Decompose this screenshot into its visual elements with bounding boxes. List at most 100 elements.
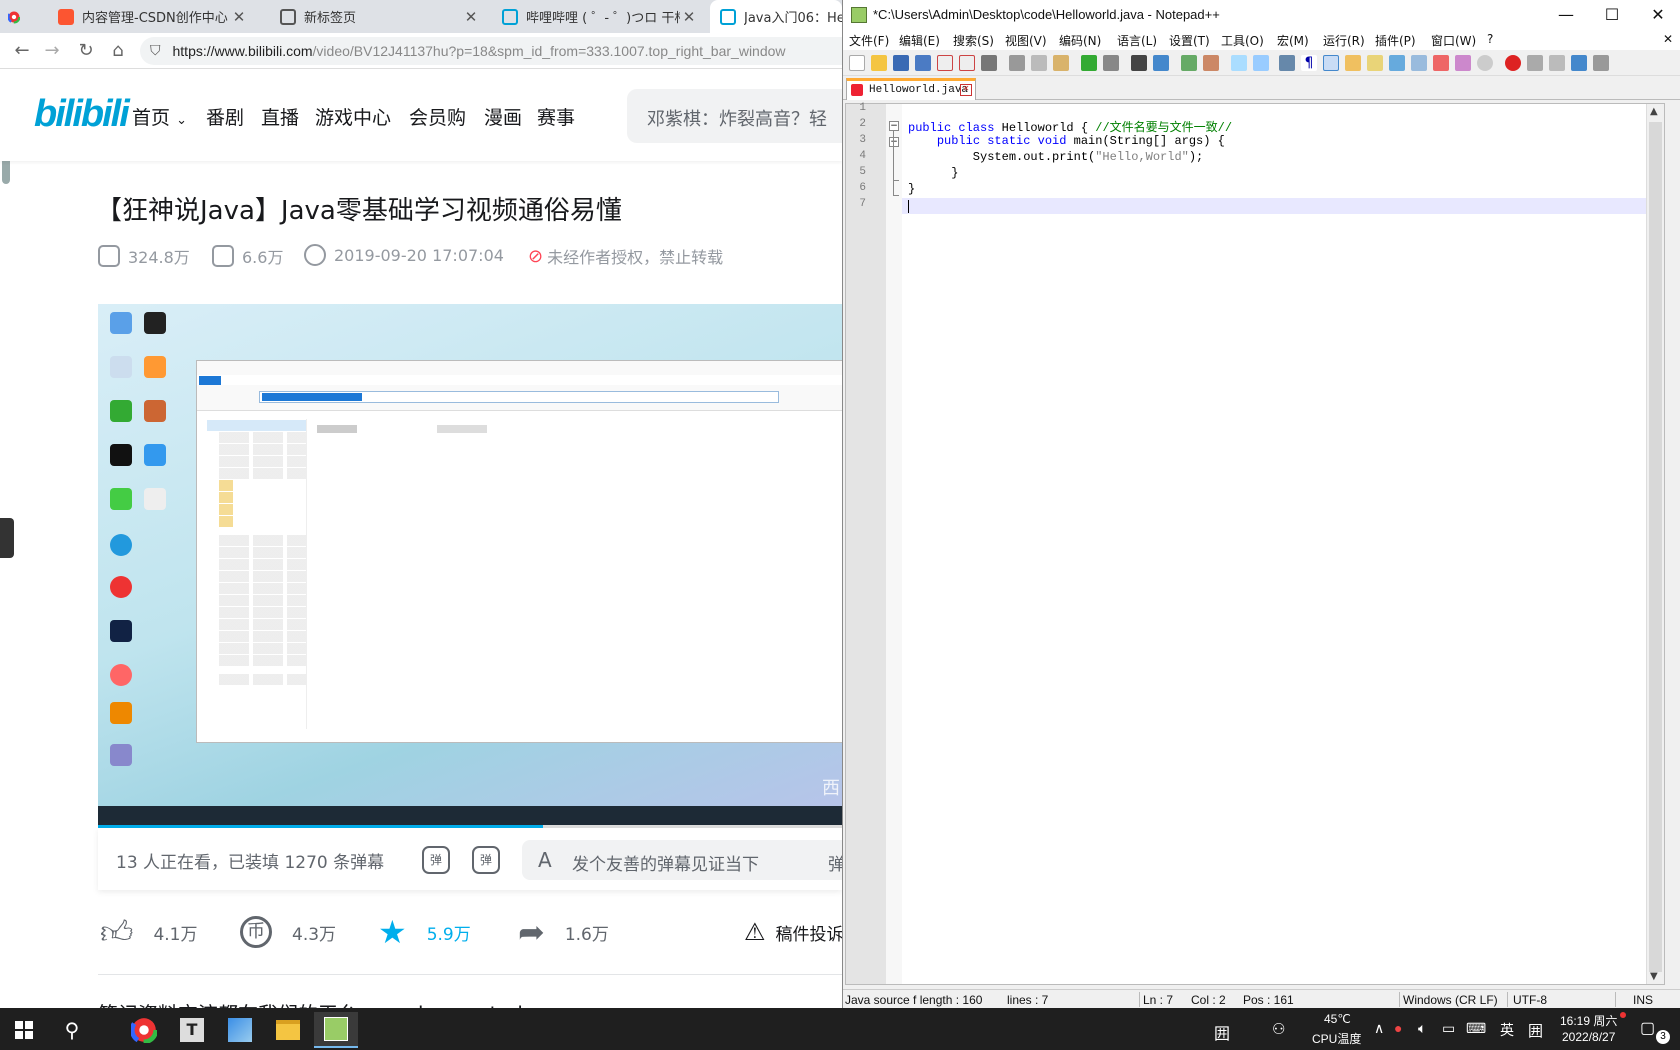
close-icon[interactable]: ✕ — [680, 8, 698, 26]
close-document-icon[interactable]: ✕ — [1663, 32, 1673, 46]
clock-time[interactable]: 16:19 周六 — [1560, 1012, 1617, 1029]
taskbar-browser[interactable] — [122, 1012, 166, 1048]
nav-live[interactable]: 直播 — [261, 103, 299, 130]
close-all-icon[interactable] — [959, 55, 975, 71]
vertical-scrollbar[interactable]: ▲ ▼ — [1646, 104, 1664, 984]
save-macro-icon[interactable] — [1593, 55, 1609, 71]
code-editor[interactable]: 1 2 3 4 5 6 7 − − public class Helloworl… — [845, 102, 1665, 985]
run-macro-multi-icon[interactable] — [1571, 55, 1587, 71]
close-icon[interactable]: ✕ — [462, 8, 480, 26]
nav-manga[interactable]: 漫画 — [484, 103, 522, 130]
tab-java-video[interactable]: Java入门06：Hell — [710, 0, 842, 33]
menu-view[interactable]: 视图(V) — [1005, 32, 1047, 49]
record-macro-icon[interactable] — [1505, 55, 1521, 71]
stop-macro-icon[interactable] — [1527, 55, 1543, 71]
nav-game-center[interactable]: 游戏中心 — [315, 103, 391, 130]
menu-language[interactable]: 语言(L) — [1117, 32, 1157, 49]
paste-icon[interactable] — [1053, 55, 1069, 71]
new-file-icon[interactable] — [849, 55, 865, 71]
menu-file[interactable]: 文件(F) — [849, 32, 889, 49]
keyboard-layout-icon[interactable]: 囲 — [1214, 1020, 1230, 1044]
video-player[interactable]: 西 — [98, 304, 842, 828]
menu-macro[interactable]: 宏(M) — [1277, 32, 1309, 49]
redo-icon[interactable] — [1103, 55, 1119, 71]
share-button[interactable]: ➦ 1.6万 — [518, 916, 609, 948]
close-file-icon[interactable] — [937, 55, 953, 71]
scrollbar-thumb[interactable] — [1649, 122, 1662, 972]
print-icon[interactable] — [981, 55, 997, 71]
word-wrap-icon[interactable] — [1279, 55, 1295, 71]
sync-scroll-v-icon[interactable] — [1231, 55, 1247, 71]
danmaku-input[interactable]: A 发个友善的弹幕见证当下 弹 — [522, 840, 842, 880]
doc-list-icon[interactable] — [1455, 55, 1471, 71]
indent-guide-icon[interactable] — [1323, 55, 1339, 71]
home-icon[interactable]: ⌂ — [106, 39, 130, 63]
coin-button[interactable]: 币 4.3万 — [240, 916, 336, 948]
tab-bilibili-home[interactable]: 哔哩哔哩 ( ゜- ゜)つロ 干杯~- ✕ — [492, 0, 706, 33]
maximize-button[interactable]: ☐ — [1589, 0, 1635, 30]
fold-toggle-icon[interactable]: − — [889, 137, 899, 147]
back-icon[interactable]: ← — [10, 39, 34, 63]
ime-mode-icon[interactable]: 囲 — [1528, 1020, 1543, 1041]
browser-logo-icon[interactable] — [8, 0, 20, 33]
send-danmaku-button[interactable]: 弹 — [828, 850, 842, 875]
volume-icon[interactable]: 🔈︎ — [1418, 1020, 1426, 1037]
tray-app-icon[interactable]: ● — [1394, 1020, 1402, 1036]
close-tab-icon[interactable]: ✕ — [960, 84, 972, 96]
text-style-icon[interactable]: A — [538, 848, 552, 872]
folder-workspace-icon[interactable] — [1411, 55, 1427, 71]
nav-anime[interactable]: 番剧 — [206, 103, 244, 130]
eye-icon[interactable] — [1477, 55, 1493, 71]
search-input[interactable]: 邓紫棋：炸裂高音？轻 — [627, 89, 842, 143]
sync-scroll-h-icon[interactable] — [1253, 55, 1269, 71]
nav-home[interactable]: 首页 ⌄ — [132, 103, 187, 130]
close-button[interactable]: ✕ — [1635, 0, 1680, 30]
network-icon[interactable]: ▭ — [1442, 1020, 1455, 1037]
forward-icon[interactable]: → — [40, 39, 64, 63]
play-macro-icon[interactable] — [1549, 55, 1565, 71]
chevron-up-icon[interactable]: ∧ — [1374, 1020, 1384, 1037]
fold-toggle-icon[interactable]: − — [889, 121, 899, 131]
save-icon[interactable] — [893, 55, 909, 71]
doc-map-icon[interactable] — [1367, 55, 1383, 71]
taskbar-app[interactable] — [218, 1012, 262, 1048]
search-icon[interactable]: ⚲ — [50, 1012, 94, 1048]
keyboard-icon[interactable]: ⌨ — [1466, 1020, 1486, 1037]
danmaku-toggle-icon[interactable]: 弹 — [422, 846, 450, 874]
undo-icon[interactable] — [1081, 55, 1097, 71]
reload-icon[interactable]: ↻ — [74, 39, 98, 63]
start-button[interactable] — [2, 1012, 46, 1048]
taskbar-notepadpp[interactable] — [314, 1012, 358, 1048]
udl-icon[interactable] — [1345, 55, 1361, 71]
menu-plugins[interactable]: 插件(P) — [1375, 32, 1416, 49]
save-all-icon[interactable] — [915, 55, 931, 71]
side-panel-toggle[interactable] — [0, 518, 14, 558]
find-icon[interactable] — [1131, 55, 1147, 71]
nav-vip-shop[interactable]: 会员购 — [409, 103, 466, 130]
menu-encoding[interactable]: 编码(N) — [1059, 32, 1101, 49]
monitor-icon[interactable] — [1433, 55, 1449, 71]
copy-icon[interactable] — [1031, 55, 1047, 71]
minimize-button[interactable]: — — [1543, 0, 1589, 30]
cut-icon[interactable] — [1009, 55, 1025, 71]
replace-icon[interactable] — [1153, 55, 1169, 71]
menu-search[interactable]: 搜索(S) — [953, 32, 994, 49]
menu-edit[interactable]: 编辑(E) — [899, 32, 940, 49]
show-all-chars-icon[interactable]: ¶ — [1301, 55, 1317, 71]
zoom-in-icon[interactable] — [1181, 55, 1197, 71]
menu-help[interactable]: ? — [1487, 32, 1493, 46]
bilibili-logo[interactable]: bilibili — [34, 93, 130, 136]
address-bar[interactable]: ⛉ https://www.bilibili.com/video/BV12J41… — [140, 37, 842, 65]
shield-icon[interactable]: ⛉ — [150, 43, 161, 59]
people-icon[interactable]: ⚇ — [1272, 1020, 1285, 1038]
notification-center-icon[interactable]: ▢ — [1640, 1018, 1655, 1038]
function-list-icon[interactable] — [1389, 55, 1405, 71]
tab-newtab[interactable]: 新标签页 ✕ — [270, 0, 488, 33]
scroll-up-icon[interactable]: ▲ — [1650, 106, 1658, 117]
like-button[interactable]: 👍︎ 4.1万 — [100, 916, 198, 948]
document-tab[interactable]: Helloworld.java ✕ — [846, 78, 976, 100]
open-file-icon[interactable] — [871, 55, 887, 71]
menu-run[interactable]: 运行(R) — [1323, 32, 1365, 49]
close-icon[interactable]: ✕ — [230, 8, 248, 26]
zoom-out-icon[interactable] — [1203, 55, 1219, 71]
